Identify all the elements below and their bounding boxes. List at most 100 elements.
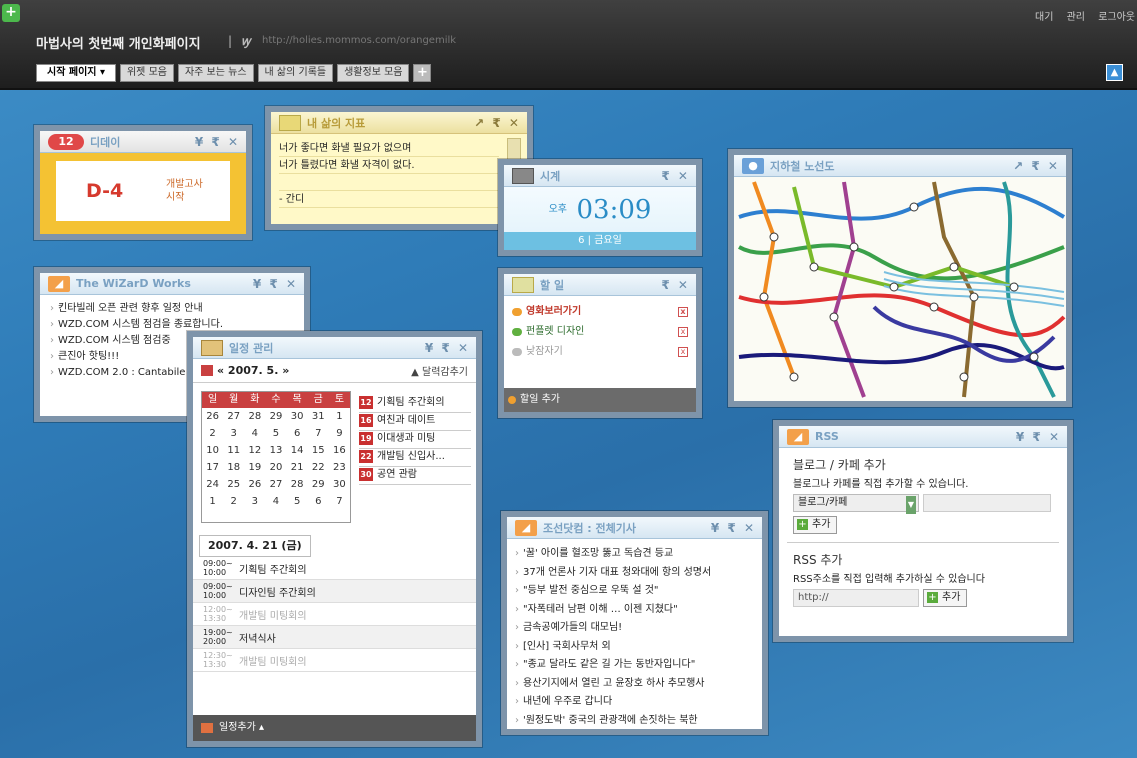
calendar-day[interactable]: 26	[244, 476, 265, 493]
calendar-day[interactable]: 19	[244, 459, 265, 476]
calendar-day[interactable]: 29	[265, 408, 286, 425]
calendar-day[interactable]: 16	[329, 442, 350, 459]
calendar-day[interactable]: 23	[329, 459, 350, 476]
todo-item[interactable]: 낮잠자기 x	[512, 342, 688, 362]
blog-url-field[interactable]	[923, 494, 1051, 512]
calendar-day[interactable]: 5	[265, 425, 286, 442]
event-item[interactable]: 16 여친과 데이트	[359, 413, 471, 431]
widget-header[interactable]: 12 디데이 ¥ ₹ ✕	[40, 131, 246, 153]
calendar-day[interactable]: 31	[308, 408, 329, 425]
tab-start-page[interactable]: 시작 페이지 ▾	[36, 64, 116, 82]
tab-living-info[interactable]: 생활정보 모음	[337, 64, 410, 82]
schedule-slot[interactable]: 09:00~ 10:00 기획팀 주간회의	[193, 557, 476, 580]
blog-select[interactable]: 블로그/카페	[793, 494, 919, 514]
calendar-day[interactable]: 7	[329, 493, 350, 510]
calendar-day[interactable]: 17	[202, 459, 223, 476]
widget-controls-icon[interactable]: ¥ ₹ ✕	[1016, 430, 1061, 444]
todo-item[interactable]: 영화보러가기 x	[512, 302, 688, 322]
add-schedule-button[interactable]: 일정추가 ▴	[193, 715, 476, 741]
schedule-slot[interactable]: 09:00~ 10:00 디자인팀 주간회의	[193, 580, 476, 603]
calendar-day[interactable]: 6	[308, 493, 329, 510]
widget-controls-icon[interactable]: ¥ ₹ ✕	[711, 521, 756, 535]
calendar-day[interactable]: 21	[287, 459, 308, 476]
calendar-day[interactable]: 22	[308, 459, 329, 476]
calendar-day[interactable]: 4	[265, 493, 286, 510]
calendar-day[interactable]: 10	[202, 442, 223, 459]
calendar-day[interactable]: 28	[287, 476, 308, 493]
blog-add-button[interactable]: 추가	[793, 516, 838, 534]
rss-add-button[interactable]: 추가	[923, 589, 968, 607]
top-link-admin[interactable]: 관리	[1067, 12, 1085, 23]
top-link-wait[interactable]: 대기	[1035, 12, 1053, 23]
hide-calendar-button[interactable]: ▲ 달력감추기	[411, 363, 468, 378]
feed-item[interactable]: '원정도박' 중국의 관광객에 손짓하는 북한	[513, 712, 756, 731]
feed-item[interactable]: "종교 달라도 같은 길 가는 동반자입니다"	[513, 656, 756, 675]
calendar-day[interactable]: 1	[329, 408, 350, 425]
widget-controls-icon[interactable]: ₹ ✕	[661, 278, 690, 292]
calendar-day[interactable]: 9	[329, 425, 350, 442]
widget-header[interactable]: 할 일 ₹ ✕	[504, 274, 696, 296]
widget-header[interactable]: 내 삶의 지표 ↗ ₹ ✕	[271, 112, 527, 134]
feed-item[interactable]: 금속공예가들의 대모님!	[513, 619, 756, 638]
calendar-day[interactable]: 5	[287, 493, 308, 510]
widget-controls-icon[interactable]: ↗ ₹ ✕	[1013, 159, 1060, 173]
site-url[interactable]: http://holies.mommos.com/orangemilk	[262, 35, 456, 46]
calendar-month[interactable]: « 2007. 5. »	[217, 364, 289, 377]
calendar-day[interactable]: 27	[223, 408, 244, 425]
calendar-day[interactable]: 18	[223, 459, 244, 476]
calendar-day[interactable]: 1	[202, 493, 223, 510]
feed-item[interactable]: '꿀' 아이를 혈조망 뚫고 독습견 등교	[513, 545, 756, 564]
top-link-logout[interactable]: 로그아웃	[1098, 12, 1135, 23]
widget-header[interactable]: ◢ 조선닷컴 : 전체기사 ¥ ₹ ✕	[507, 517, 762, 539]
widget-controls-icon[interactable]: ¥ ₹ ✕	[195, 135, 240, 149]
widget-header[interactable]: ● 지하철 노선도 ↗ ₹ ✕	[734, 155, 1066, 177]
tab-life-records[interactable]: 내 삶의 기록들	[257, 64, 334, 82]
event-item[interactable]: 12 기획팀 주간회의	[359, 395, 471, 413]
calendar-day[interactable]: 4	[244, 425, 265, 442]
feed-item[interactable]: 용산기지에서 열린 고 윤장호 하사 추모행사	[513, 675, 756, 694]
calendar-day[interactable]: 30	[329, 476, 350, 493]
widget-controls-icon[interactable]: ¥ ₹ ✕	[253, 277, 298, 291]
calendar-day[interactable]: 24	[202, 476, 223, 493]
schedule-slot[interactable]: 12:30~ 13:30 개발팀 미팅회의	[193, 649, 476, 672]
calendar-day[interactable]: 3	[244, 493, 265, 510]
calendar-day[interactable]: 28	[244, 408, 265, 425]
calendar-day[interactable]: 25	[223, 476, 244, 493]
calendar-day[interactable]: 29	[308, 476, 329, 493]
calendar-day[interactable]: 2	[223, 493, 244, 510]
widget-header[interactable]: 일정 관리 ¥ ₹ ✕	[193, 337, 476, 359]
calendar-day[interactable]: 2	[202, 425, 223, 442]
widget-controls-icon[interactable]: ₹ ✕	[661, 169, 690, 183]
widget-header[interactable]: ◢ The WiZarD Works ¥ ₹ ✕	[40, 273, 304, 295]
feed-item[interactable]: 37개 언론사 기자 대표 청와대에 항의 성명서	[513, 564, 756, 583]
calendar-day[interactable]: 20	[265, 459, 286, 476]
delete-icon[interactable]: x	[678, 327, 688, 337]
add-widget-icon[interactable]: +	[2, 4, 20, 22]
calendar-day[interactable]: 7	[308, 425, 329, 442]
scroll-top-icon[interactable]: ▲	[1106, 64, 1123, 81]
event-item[interactable]: 30 공연 관람	[359, 467, 471, 485]
feed-item[interactable]: "등부 발전 중심으로 우뚝 설 것"	[513, 582, 756, 601]
feed-item[interactable]: 킨타빌레 오픈 관련 향후 일정 안내	[48, 301, 298, 317]
feed-item[interactable]: 내년에 우주로 갑니다	[513, 693, 756, 712]
schedule-slot[interactable]: 12:00~ 13:30 개발팀 미팅회의	[193, 603, 476, 626]
calendar-day[interactable]: 14	[287, 442, 308, 459]
calendar-day[interactable]: 26	[202, 408, 223, 425]
calendar-day[interactable]: 30	[287, 408, 308, 425]
event-item[interactable]: 19 이대생과 미팅	[359, 431, 471, 449]
calendar-day[interactable]: 3	[223, 425, 244, 442]
memo-body[interactable]: 너가 좋다면 화낼 필요가 없으며 너가 틀렸다면 화낼 자격이 없다. - 간…	[271, 134, 527, 224]
rss-url-input[interactable]: http://	[793, 589, 919, 607]
schedule-slot[interactable]: 19:00~ 20:00 저녁식사	[193, 626, 476, 649]
feed-item[interactable]: "자폭테러 남편 이해 … 이젠 지쳤다"	[513, 601, 756, 620]
feed-item[interactable]: [인사] 국회사무처 외	[513, 638, 756, 657]
todo-item[interactable]: 펀플렛 디자인 x	[512, 322, 688, 342]
add-tab-icon[interactable]: +	[413, 64, 432, 82]
tab-widget-collection[interactable]: 위젯 모음	[119, 64, 174, 82]
calendar-day[interactable]: 27	[265, 476, 286, 493]
event-item[interactable]: 22 개발팀 신입사...	[359, 449, 471, 467]
add-todo-button[interactable]: 할일 추가	[504, 388, 696, 412]
delete-icon[interactable]: x	[678, 307, 688, 317]
calendar-day[interactable]: 6	[287, 425, 308, 442]
widget-header[interactable]: ◢ RSS ¥ ₹ ✕	[779, 426, 1067, 448]
